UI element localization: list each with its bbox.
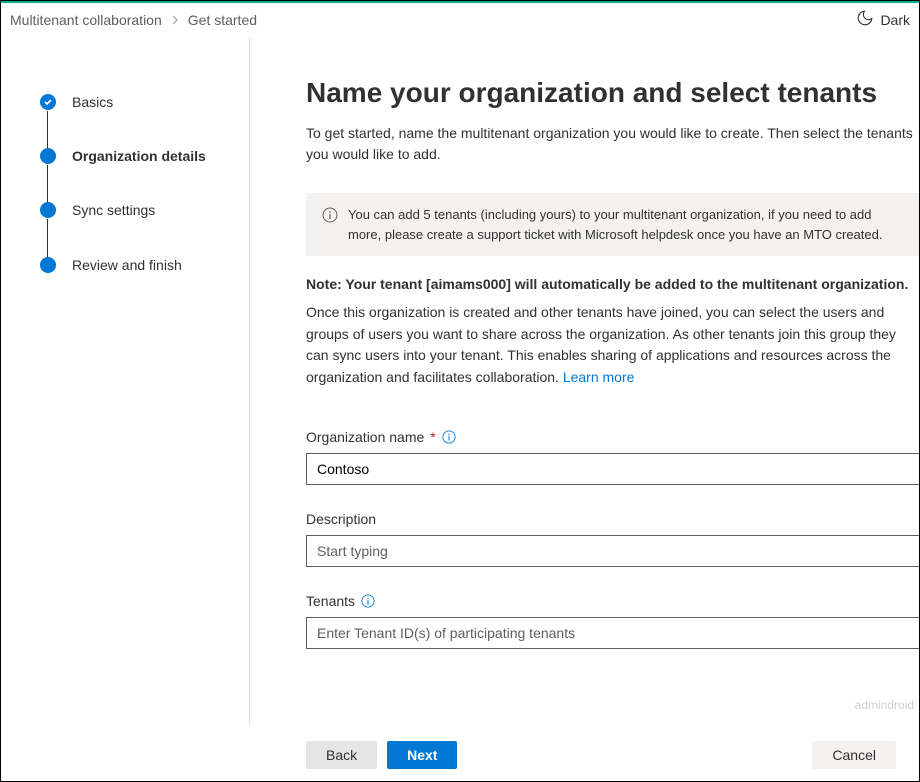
form-group-tenants: Tenants	[306, 593, 920, 649]
required-asterisk: *	[430, 429, 435, 445]
description-label-row: Description	[306, 511, 920, 527]
step-bullet-icon	[40, 202, 56, 218]
form-group-org-name: Organization name *	[306, 429, 920, 485]
description-label: Description	[306, 511, 376, 527]
moon-icon	[856, 9, 874, 30]
step-connector	[47, 219, 48, 257]
breadcrumb-current: Get started	[188, 12, 257, 28]
wizard-footer: Back Next Cancel	[0, 726, 920, 782]
dark-mode-label: Dark	[880, 12, 910, 28]
description-input[interactable]	[306, 535, 920, 567]
cancel-button[interactable]: Cancel	[812, 741, 896, 769]
step-bullet-completed-icon	[40, 94, 56, 110]
tenants-label: Tenants	[306, 593, 355, 609]
wizard-step-organization-details[interactable]: Organization details	[40, 147, 237, 201]
info-callout-text: You can add 5 tenants (including yours) …	[348, 205, 904, 244]
dark-mode-toggle[interactable]: Dark	[856, 9, 910, 30]
page-title: Name your organization and select tenant…	[306, 77, 920, 109]
info-callout: You can add 5 tenants (including yours) …	[306, 193, 920, 256]
back-button[interactable]: Back	[306, 741, 377, 769]
step-label: Organization details	[72, 147, 206, 165]
form-group-description: Description	[306, 511, 920, 567]
step-bullet-icon	[40, 257, 56, 273]
step-connector	[47, 111, 48, 149]
org-name-label-row: Organization name *	[306, 429, 920, 445]
wizard-sidebar: Basics Organization details Sync setting…	[0, 37, 250, 726]
next-button[interactable]: Next	[387, 741, 457, 769]
step-bullet-current-icon	[40, 148, 56, 164]
tenants-label-row: Tenants	[306, 593, 920, 609]
org-name-label: Organization name	[306, 429, 424, 445]
breadcrumb-root[interactable]: Multitenant collaboration	[10, 12, 162, 28]
wizard-step-basics[interactable]: Basics	[40, 93, 237, 147]
tenants-input[interactable]	[306, 617, 920, 649]
wizard-step-sync-settings[interactable]: Sync settings	[40, 201, 237, 255]
wizard-step-review-finish[interactable]: Review and finish	[40, 256, 237, 274]
body-description: Once this organization is created and ot…	[306, 302, 920, 389]
learn-more-link[interactable]: Learn more	[563, 369, 635, 385]
info-tooltip-icon[interactable]	[361, 594, 375, 608]
info-tooltip-icon[interactable]	[442, 430, 456, 444]
tenant-note: Note: Your tenant [aimams000] will autom…	[306, 276, 920, 292]
chevron-right-icon	[170, 12, 180, 28]
page-subtitle: To get started, name the multitenant org…	[306, 123, 920, 165]
step-label: Basics	[72, 93, 113, 111]
step-label: Sync settings	[72, 201, 155, 219]
main-content: Name your organization and select tenant…	[250, 37, 920, 726]
org-name-input[interactable]	[306, 453, 920, 485]
step-label: Review and finish	[72, 256, 182, 274]
step-connector	[47, 165, 48, 203]
breadcrumb: Multitenant collaboration Get started	[10, 12, 257, 28]
breadcrumb-bar: Multitenant collaboration Get started Da…	[0, 3, 920, 37]
info-icon	[322, 207, 338, 223]
